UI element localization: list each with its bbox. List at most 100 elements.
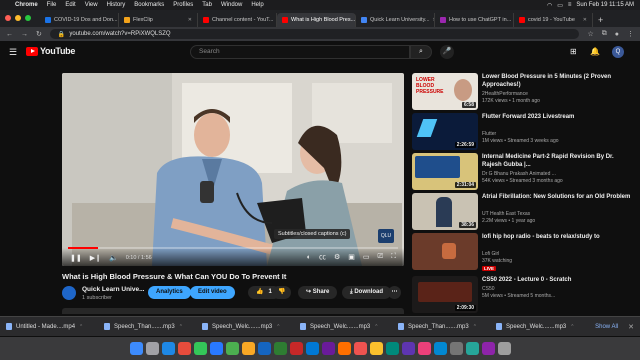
download-item[interactable]: Speech_Welc.......mp3 ⌃ (300, 323, 388, 330)
video-thumbnail[interactable]: 2:26:59 (412, 113, 478, 150)
video-thumbnail[interactable] (412, 233, 478, 270)
recommendation-title[interactable]: lofi hip hop radio - beats to relax/stud… (482, 233, 632, 241)
next-icon[interactable]: ▶❙ (90, 254, 101, 262)
close-tab-icon[interactable]: ✕ (188, 17, 192, 23)
app-store-icon[interactable] (433, 342, 447, 355)
recommendation-title[interactable]: Flutter Forward 2023 Livestream (482, 113, 632, 121)
chevron-up-icon[interactable]: ⌃ (374, 324, 378, 330)
trash-icon[interactable] (497, 342, 511, 355)
menu-edit[interactable]: Edit (65, 2, 75, 8)
vscode-icon[interactable] (305, 342, 319, 355)
word-icon[interactable] (257, 342, 271, 355)
recommendation-item[interactable]: 38:36 Atrial Fibrillation: New Solutions… (412, 193, 638, 233)
search-input[interactable]: Search (190, 45, 410, 59)
menu-history[interactable]: History (107, 2, 126, 8)
screen-recorder-icon[interactable] (481, 342, 495, 355)
channel-avatar[interactable] (62, 286, 76, 300)
recommendation-channel[interactable]: CS50 (482, 286, 495, 292)
recommendation-title[interactable]: Lower Blood Pressure in 5 Minutes (2 Pro… (482, 73, 632, 89)
extensions-icon[interactable]: ⧉ (602, 30, 607, 38)
pause-icon[interactable]: ❚❚ (70, 254, 82, 262)
photos-icon[interactable] (241, 342, 255, 355)
miniplayer-icon[interactable]: ▣ (348, 253, 355, 261)
recommendation-channel[interactable]: Lofi Girl (482, 251, 499, 257)
settings-app-icon[interactable] (449, 342, 463, 355)
menu-window[interactable]: Window (221, 2, 242, 8)
menubar-app-name[interactable]: Chrome (15, 2, 38, 8)
safari-icon[interactable] (161, 342, 175, 355)
settings-icon[interactable]: ⚙ (334, 253, 340, 261)
video-thumbnail[interactable]: LOWER BLOOD PRESSURE 6:58 (412, 73, 478, 110)
download-item[interactable]: Speech_Than.......mp3 ⌃ (398, 323, 486, 330)
zoom-app-icon[interactable] (465, 342, 479, 355)
menu-bookmarks[interactable]: Bookmarks (134, 2, 164, 8)
browser-tab-active[interactable]: What is High Blood Pres...✕ (277, 13, 356, 27)
close-tab-icon[interactable]: ✕ (583, 17, 587, 23)
recommendation-item[interactable]: lofi hip hop radio - beats to relax/stud… (412, 233, 638, 273)
chevron-up-icon[interactable]: ⌃ (179, 324, 183, 330)
launchpad-icon[interactable] (145, 342, 159, 355)
reload-icon[interactable]: ↻ (36, 30, 42, 38)
back-icon[interactable]: ← (6, 31, 13, 38)
chrome-icon[interactable] (177, 342, 191, 355)
finder-icon[interactable] (129, 342, 143, 355)
download-button[interactable]: ⤓ Download (342, 286, 391, 299)
menubar-clock[interactable]: Sun Feb 19 11:15 AM (576, 2, 634, 8)
recommendation-item[interactable]: LOWER BLOOD PRESSURE 6:58 Lower Blood Pres… (412, 73, 638, 113)
chevron-up-icon[interactable]: ⌃ (79, 324, 83, 330)
facetime-icon[interactable] (385, 342, 399, 355)
chevron-up-icon[interactable]: ⌃ (276, 324, 280, 330)
recommendation-title[interactable]: Atrial Fibrillation: New Solutions for a… (482, 193, 632, 201)
menu-view[interactable]: View (85, 2, 98, 8)
channel-watermark[interactable]: QLU (378, 229, 394, 243)
wifi-icon[interactable]: ◠ (547, 2, 552, 9)
show-all-downloads-link[interactable]: Show All (595, 324, 618, 330)
browser-tab[interactable]: How to use ChatGPT in...✕ (435, 13, 514, 27)
share-button[interactable]: ↪ Share (298, 286, 338, 299)
notifications-icon[interactable]: 🔔 (590, 47, 600, 56)
control-center-icon[interactable]: ≡ (568, 2, 572, 8)
download-item[interactable]: Untitled - Made....mp4 ⌃ (6, 323, 94, 330)
chevron-up-icon[interactable]: ⌃ (473, 324, 477, 330)
search-button[interactable]: ⌕ (410, 45, 432, 59)
battery-icon[interactable]: ▭ (557, 2, 563, 9)
recommendation-channel[interactable]: UT Health East Texas (482, 211, 530, 217)
browser-tab[interactable]: Quick Learn University...✕ (356, 13, 435, 27)
create-video-icon[interactable]: ⊞ (570, 47, 577, 56)
calendar-icon[interactable] (353, 342, 367, 355)
analytics-button[interactable]: Analytics (148, 286, 191, 299)
browser-tab[interactable]: covid 19 - YouTube ✕ (514, 13, 593, 27)
mail-icon[interactable] (209, 342, 223, 355)
cast-icon[interactable]: ⎚ (377, 253, 383, 261)
browser-menu-icon[interactable]: ⋮ (627, 30, 634, 38)
podcasts-icon[interactable] (401, 342, 415, 355)
profile-icon[interactable]: ● (615, 31, 619, 38)
autoplay-toggle-icon[interactable]: ◐ (307, 254, 311, 261)
volume-icon[interactable]: 🔈 (109, 254, 118, 262)
channel-name[interactable]: Quick Learn Unive... (82, 286, 145, 293)
minimize-window-button[interactable] (15, 15, 21, 21)
download-item[interactable]: Speech_Welc.......mp3 ⌃ (496, 323, 584, 330)
maps-icon[interactable] (225, 342, 239, 355)
download-item[interactable]: Speech_Than.......mp3 ⌃ (104, 323, 192, 330)
video-thumbnail[interactable]: 2:31:04 (412, 153, 478, 190)
account-avatar[interactable]: Q (612, 46, 624, 58)
description-box[interactable] (62, 308, 404, 314)
voice-search-button[interactable]: 🎤 (440, 45, 454, 59)
recommendation-channel[interactable]: Flutter (482, 131, 496, 137)
youtube-logo[interactable]: YouTube (26, 46, 75, 56)
recommendation-title[interactable]: Internal Medicine Part-2 Rapid Revision … (482, 153, 632, 169)
bookmark-star-icon[interactable]: ☆ (587, 30, 593, 38)
video-thumbnail[interactable]: 38:36 (412, 193, 478, 230)
dislike-button[interactable]: 👎 (272, 286, 292, 299)
recommendation-item[interactable]: 2:31:04 Internal Medicine Part-2 Rapid R… (412, 153, 638, 193)
recommendation-channel[interactable]: Dr G Bhanu Prakash Animated ... (482, 171, 556, 177)
progress-bar[interactable] (68, 247, 398, 249)
theater-mode-icon[interactable]: ▭ (363, 253, 370, 261)
menu-tab[interactable]: Tab (202, 2, 212, 8)
more-actions-button[interactable]: ⋯ (388, 286, 401, 299)
forward-icon[interactable]: → (21, 31, 28, 38)
chevron-up-icon[interactable]: ⌃ (570, 324, 574, 330)
powerpoint-icon[interactable] (289, 342, 303, 355)
edit-video-button[interactable]: Edit video (190, 286, 235, 299)
